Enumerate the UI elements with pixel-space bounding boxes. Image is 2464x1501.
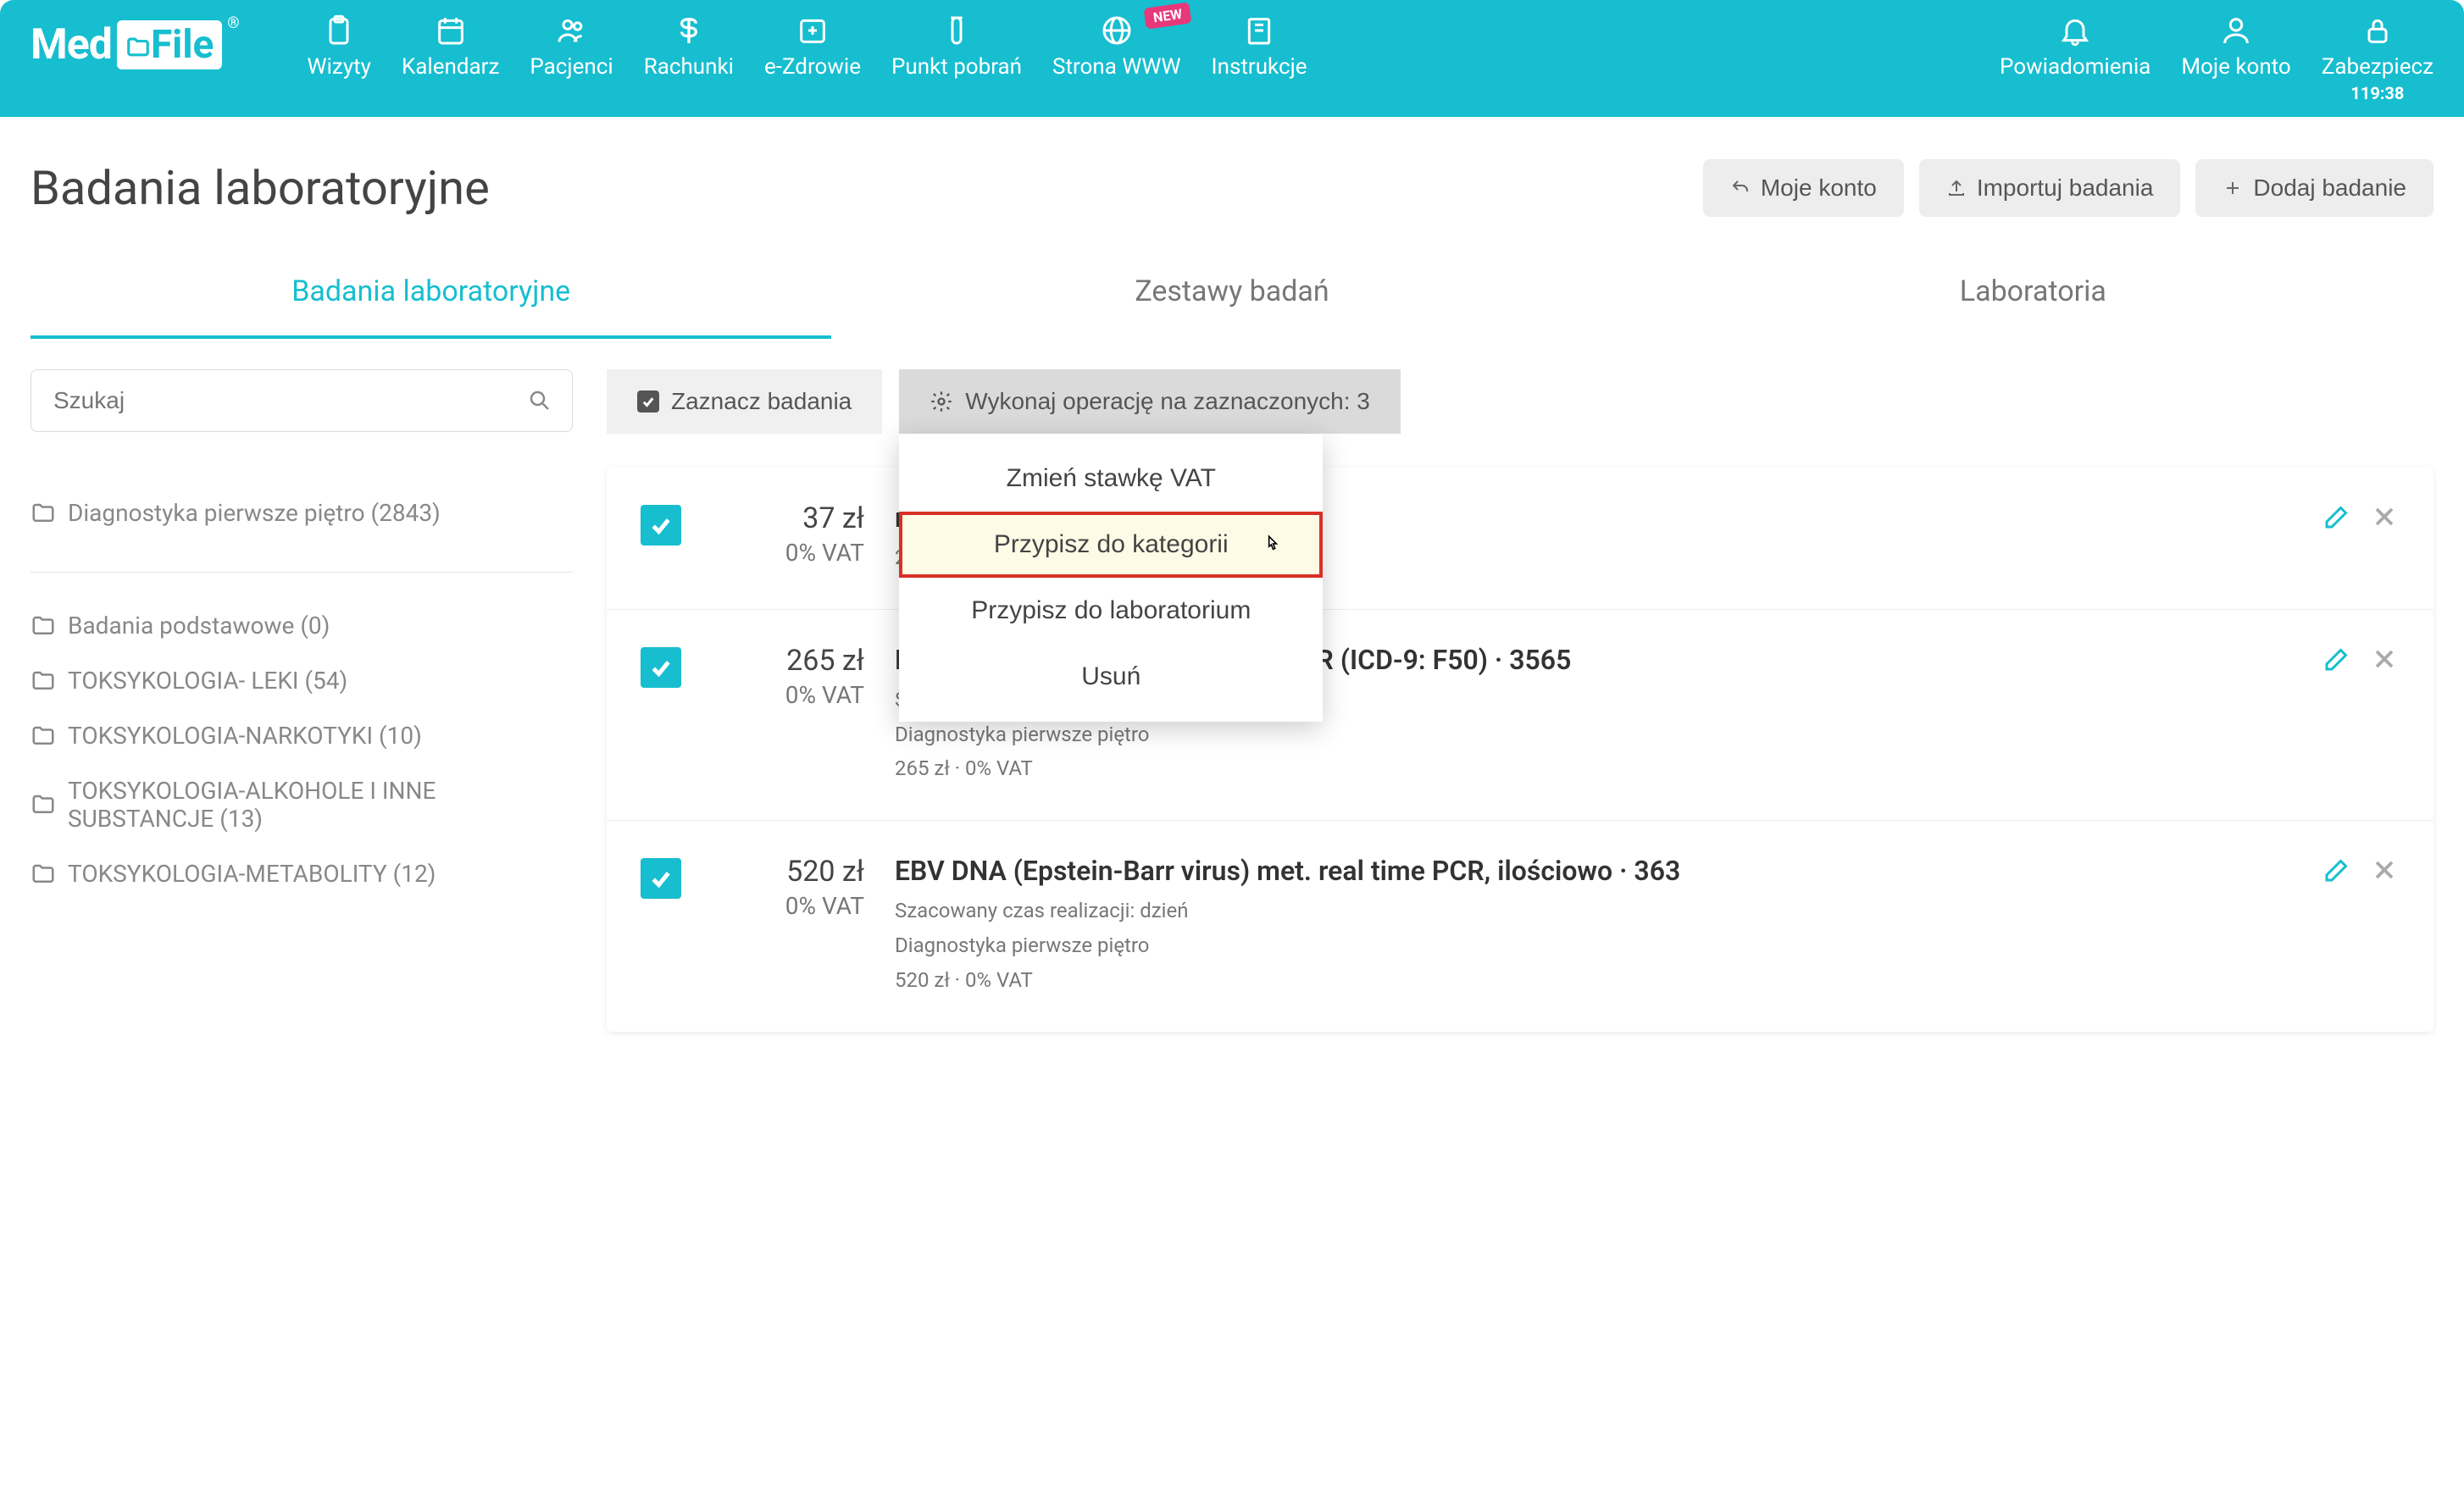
results-list: 37 zł0% VATrus) IgM (ICD-9: F50) · 3612 …	[607, 468, 2433, 1032]
edit-icon[interactable]	[2322, 644, 2352, 674]
row-vat: 0% VAT	[712, 681, 864, 709]
plus-icon	[2223, 178, 2243, 198]
registered-icon: ®	[227, 14, 239, 32]
folder-icon	[31, 792, 56, 817]
reply-icon	[1730, 178, 1751, 198]
table-row: 265 zł0% VATEBV (Epstein-Barr virus) IgM…	[607, 610, 2433, 821]
logo-part2: File	[117, 20, 222, 69]
nav-pacjenci[interactable]: Pacjenci	[530, 12, 613, 80]
row-price: 520 zł	[712, 855, 864, 889]
nav-moje-konto[interactable]: Moje konto	[2181, 12, 2290, 103]
row-vat: 0% VAT	[712, 892, 864, 920]
close-icon[interactable]	[2369, 855, 2400, 885]
tabs: Badania laboratoryjne Zestawy badań Labo…	[0, 234, 2464, 339]
nav-wizyty[interactable]: Wizyty	[308, 12, 371, 80]
tab-badania[interactable]: Badania laboratoryjne	[31, 258, 831, 339]
dd-assign-category[interactable]: Przypisz do kategorii	[899, 512, 1323, 578]
checkbox-icon	[637, 390, 659, 413]
nav-right: Powiadomienia Moje konto Zabezpiecz 119:…	[2000, 12, 2433, 103]
dd-change-vat[interactable]: Zmień stawkę VAT	[899, 446, 1323, 512]
bulk-dropdown: Zmień stawkę VAT Przypisz do kategorii P…	[899, 434, 1323, 722]
nav-punkt-pobran[interactable]: Punkt pobrań	[891, 12, 1022, 80]
nav-main: Wizyty Kalendarz Pacjenci Rachunki e-Zdr…	[308, 12, 1307, 80]
category-item[interactable]: TOKSYKOLOGIA- LEKI (54)	[31, 653, 573, 708]
main-panel: Zaznacz badania Wykonaj operację na zazn…	[607, 369, 2433, 1032]
search-input[interactable]	[31, 369, 573, 432]
nav-strona-www[interactable]: NEW Strona WWW	[1052, 12, 1180, 80]
lock-timer: 119:38	[2350, 83, 2404, 103]
dd-assign-lab[interactable]: Przypisz do laboratorium	[899, 578, 1323, 644]
bulk-actions-button[interactable]: Wykonaj operację na zaznaczonych: 3 Zmie…	[899, 369, 1401, 434]
category-primary[interactable]: Diagnostyka pierwsze piętro (2843)	[31, 483, 573, 573]
toolbar: Zaznacz badania Wykonaj operację na zazn…	[607, 369, 2433, 434]
lock-icon	[2359, 12, 2396, 49]
category-item[interactable]: TOKSYKOLOGIA-METABOLITY (12)	[31, 846, 573, 901]
topbar: Med File ® Wizyty Kalendarz Pacjenci Rac…	[0, 0, 2464, 117]
folder-icon	[31, 501, 56, 526]
category-item[interactable]: TOKSYKOLOGIA-ALKOHOLE I INNE SUBSTANCJE …	[31, 763, 573, 846]
book-icon	[1240, 12, 1278, 49]
nav-kalendarz[interactable]: Kalendarz	[402, 12, 499, 80]
calendar-icon	[432, 12, 469, 49]
sidebar: Diagnostyka pierwsze piętro (2843) Badan…	[31, 369, 607, 901]
folder-icon	[31, 613, 56, 639]
user-icon	[2217, 12, 2255, 49]
close-icon[interactable]	[2369, 644, 2400, 674]
dollar-icon	[670, 12, 708, 49]
row-price: 37 zł	[712, 501, 864, 535]
medkit-icon	[794, 12, 831, 49]
tab-zestawy[interactable]: Zestawy badań	[831, 258, 1632, 339]
back-button[interactable]: Moje konto	[1703, 159, 1904, 217]
row-title: EBV DNA (Epstein-Barr virus) met. real t…	[895, 855, 2291, 887]
tab-laboratoria[interactable]: Laboratoria	[1633, 258, 2433, 339]
category-item[interactable]: Badania podstawowe (0)	[31, 598, 573, 653]
content: Diagnostyka pierwsze piętro (2843) Badan…	[0, 339, 2464, 1062]
row-meta: Szacowany czas realizacji: dzieńDiagnost…	[895, 894, 2291, 997]
edit-icon[interactable]	[2322, 501, 2352, 532]
page-title: Badania laboratoryjne	[31, 160, 1703, 216]
row-checkbox[interactable]	[641, 647, 681, 688]
clipboard-icon	[320, 12, 358, 49]
edit-icon[interactable]	[2322, 855, 2352, 885]
row-checkbox[interactable]	[641, 858, 681, 899]
nav-instrukcje[interactable]: Instrukcje	[1212, 12, 1307, 80]
page-header: Badania laboratoryjne Moje konto Importu…	[0, 117, 2464, 234]
import-button[interactable]: Importuj badania	[1919, 159, 2181, 217]
cursor-icon	[1262, 532, 1284, 557]
search-icon[interactable]	[527, 388, 552, 413]
logo-part1: Med	[31, 20, 112, 69]
table-row: 37 zł0% VATrus) IgM (ICD-9: F50) · 3612 …	[607, 468, 2433, 610]
row-checkbox[interactable]	[641, 505, 681, 546]
upload-icon	[1946, 178, 1967, 198]
category-item[interactable]: TOKSYKOLOGIA-NARKOTYKI (10)	[31, 708, 573, 763]
vial-icon	[938, 12, 975, 49]
row-vat: 0% VAT	[712, 539, 864, 567]
users-icon	[553, 12, 591, 49]
row-price: 265 zł	[712, 644, 864, 678]
table-row: 520 zł 0% VAT EBV DNA (Epstein-Barr virus)…	[607, 821, 2433, 1031]
globe-icon	[1098, 12, 1135, 49]
dd-delete[interactable]: Usuń	[899, 644, 1323, 710]
folder-icon	[31, 723, 56, 749]
nav-rachunki[interactable]: Rachunki	[644, 12, 734, 80]
bell-icon	[2056, 12, 2094, 49]
folder-icon	[31, 668, 56, 694]
folder-icon	[31, 861, 56, 887]
close-icon[interactable]	[2369, 501, 2400, 532]
nav-ezdrowie[interactable]: e-Zdrowie	[764, 12, 861, 80]
nav-powiadomienia[interactable]: Powiadomienia	[2000, 12, 2150, 103]
gear-icon	[930, 390, 953, 413]
nav-zabezpiecz[interactable]: Zabezpiecz 119:38	[2322, 12, 2433, 103]
add-button[interactable]: Dodaj badanie	[2195, 159, 2433, 217]
new-badge: NEW	[1144, 2, 1192, 29]
logo[interactable]: Med File ®	[31, 20, 240, 69]
select-all-button[interactable]: Zaznacz badania	[607, 369, 882, 434]
